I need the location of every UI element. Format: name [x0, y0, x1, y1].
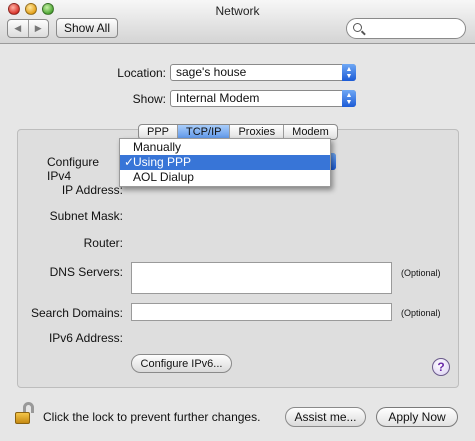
dns-servers-field[interactable]: [131, 262, 392, 294]
tab-tcpip[interactable]: TCP/IP: [178, 125, 231, 139]
show-all-button[interactable]: Show All: [56, 18, 118, 38]
location-popup[interactable]: sage's house ▲ ▼: [170, 64, 356, 81]
configure-ipv4-menu: Manually ✓Using PPP AOL Dialup: [119, 138, 331, 187]
menu-item-using-ppp[interactable]: ✓Using PPP: [120, 155, 330, 170]
configure-ipv6-button[interactable]: Configure IPv6...: [131, 354, 232, 373]
apply-now-button[interactable]: Apply Now: [376, 407, 458, 427]
popup-arrows-icon: ▲▼: [342, 64, 356, 81]
help-icon[interactable]: ?: [432, 358, 450, 376]
show-label: Show:: [132, 92, 166, 106]
menu-item-aol-dialup[interactable]: AOL Dialup: [120, 170, 330, 185]
show-value: Internal Modem: [176, 91, 260, 105]
router-label: Router:: [83, 236, 123, 250]
search-icon: [353, 23, 362, 32]
search-domains-optional-note: (Optional): [401, 308, 441, 318]
ip-address-label: IP Address:: [61, 183, 123, 197]
back-arrow-icon[interactable]: ◀: [8, 20, 29, 37]
show-popup[interactable]: Internal Modem ▲ ▼: [170, 90, 356, 107]
assist-me-button[interactable]: Assist me...: [285, 407, 366, 427]
lock-icon[interactable]: [15, 402, 37, 426]
title-bar: Network ◀ ▶ Show All: [0, 0, 475, 44]
checkmark-icon: ✓: [124, 155, 135, 169]
dns-optional-note: (Optional): [401, 268, 441, 278]
window-title: Network: [215, 4, 260, 18]
ipv6-address-label: IPv6 Address:: [48, 331, 123, 345]
menu-item-manually[interactable]: Manually: [120, 140, 330, 155]
tab-ppp[interactable]: PPP: [139, 125, 179, 139]
lock-message: Click the lock to prevent further change…: [43, 410, 261, 424]
location-value: sage's house: [176, 65, 247, 79]
tab-modem[interactable]: Modem: [284, 125, 337, 139]
search-domains-field[interactable]: [131, 303, 392, 321]
configure-ipv4-label: Configure IPv4: [47, 155, 100, 183]
search-domains-label: Search Domains:: [30, 306, 123, 320]
subnet-mask-label: Subnet Mask:: [49, 209, 123, 223]
back-forward-control: ◀ ▶: [7, 19, 49, 38]
tab-proxies[interactable]: Proxies: [230, 125, 285, 139]
dns-servers-label: DNS Servers:: [49, 265, 123, 279]
popup-arrows-icon: ▲▼: [342, 90, 356, 107]
forward-arrow-icon[interactable]: ▶: [29, 20, 49, 37]
search-field[interactable]: [346, 18, 466, 39]
location-label: Location:: [117, 66, 166, 80]
